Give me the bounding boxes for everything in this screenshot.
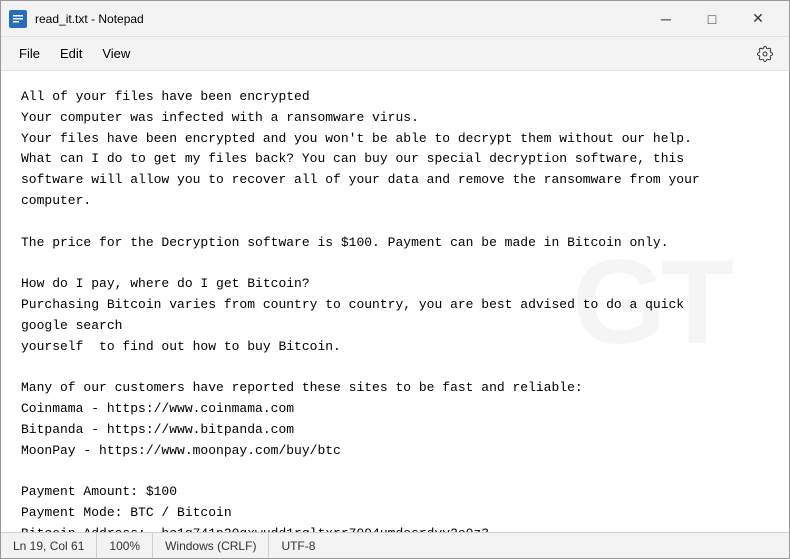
menu-file[interactable]: File bbox=[9, 42, 50, 65]
menu-bar-right bbox=[749, 38, 781, 70]
settings-button[interactable] bbox=[749, 38, 781, 70]
document-text: All of your files have been encrypted Yo… bbox=[21, 87, 769, 532]
menu-bar: File Edit View bbox=[1, 37, 789, 71]
status-bar: Ln 19, Col 61 100% Windows (CRLF) UTF-8 bbox=[1, 532, 789, 558]
encoding: UTF-8 bbox=[269, 533, 327, 558]
maximize-button[interactable]: □ bbox=[689, 3, 735, 35]
zoom-level: 100% bbox=[97, 533, 153, 558]
close-button[interactable]: ✕ bbox=[735, 3, 781, 35]
window-controls: ─ □ ✕ bbox=[643, 3, 781, 35]
line-endings: Windows (CRLF) bbox=[153, 533, 269, 558]
menu-edit[interactable]: Edit bbox=[50, 42, 92, 65]
title-bar: read_it.txt - Notepad ─ □ ✕ bbox=[1, 1, 789, 37]
cursor-position: Ln 19, Col 61 bbox=[9, 533, 97, 558]
notepad-window: read_it.txt - Notepad ─ □ ✕ File Edit Vi… bbox=[0, 0, 790, 559]
minimize-button[interactable]: ─ bbox=[643, 3, 689, 35]
window-title: read_it.txt - Notepad bbox=[35, 12, 643, 26]
menu-view[interactable]: View bbox=[92, 42, 140, 65]
text-editor-area[interactable]: GT All of your files have been encrypted… bbox=[1, 71, 789, 532]
app-icon bbox=[9, 10, 27, 28]
